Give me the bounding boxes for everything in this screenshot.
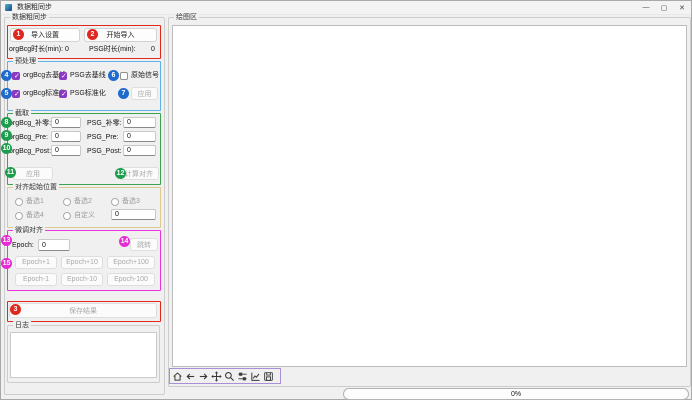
preprocess-box: 预处理 — [7, 61, 161, 111]
psg-post-label: PSG_Post: — [87, 147, 122, 157]
plot-toolbar — [169, 368, 281, 384]
epoch-plus1-button[interactable]: Epoch+1 — [15, 256, 57, 269]
close-button[interactable]: ✕ — [673, 1, 691, 14]
badge-13: 13 — [1, 235, 12, 246]
checkbox-checked-icon — [12, 90, 20, 98]
orgbcg-duration-value: 0 — [65, 45, 69, 55]
custom-position-input[interactable] — [111, 209, 156, 220]
fine-align-legend: 微调对齐 — [13, 226, 45, 235]
badge-3: 3 — [10, 304, 21, 315]
radio-icon — [63, 198, 71, 206]
psg-pad-input[interactable] — [123, 117, 156, 128]
minimize-button[interactable]: — — [637, 1, 655, 14]
app-window: 数据粗同步 — ▢ ✕ 数据粗同步 导入设置 开始导入 orgBcg时长(min… — [0, 0, 692, 400]
badge-6: 6 — [108, 70, 119, 81]
jump-button[interactable]: 跳转 — [130, 238, 158, 251]
candidate4-radio[interactable]: 备选4 — [15, 211, 44, 220]
badge-15: 15 — [1, 258, 12, 269]
candidate3-radio[interactable]: 备选3 — [111, 197, 140, 206]
log-legend: 日志 — [13, 321, 31, 330]
crop-legend: 截取 — [13, 109, 31, 118]
badge-14: 14 — [119, 236, 130, 247]
left-panel-legend: 数据粗同步 — [10, 13, 49, 22]
align-start-box: 对齐起始位置 — [7, 187, 161, 228]
candidate1-label: 备选1 — [26, 197, 44, 206]
raw-signal-checkbox[interactable]: 原始信号 — [120, 71, 159, 80]
epoch-label: Epoch: — [12, 241, 34, 251]
radio-icon — [111, 198, 119, 206]
titlebar: 数据粗同步 — ▢ ✕ — [1, 1, 691, 15]
orgbcg-pre-label: orgBcg_Pre: — [9, 133, 48, 143]
epoch-minus10-button[interactable]: Epoch-10 — [61, 273, 103, 286]
badge-5: 5 — [1, 88, 12, 99]
epoch-input[interactable] — [38, 239, 70, 251]
preprocess-apply-button[interactable]: 应用 — [131, 87, 158, 100]
custom-label: 自定义 — [74, 211, 95, 220]
zoom-icon[interactable] — [224, 370, 235, 382]
psg-pre-label: PSG_Pre: — [87, 133, 119, 143]
orgbcg-post-label: orgBcg_Post: — [9, 147, 51, 157]
checkbox-unchecked-icon — [120, 72, 128, 80]
log-textarea[interactable] — [10, 332, 157, 378]
orgbcg-post-input[interactable] — [51, 145, 81, 156]
psg-duration-label: PSG时长(min): — [89, 45, 136, 55]
orgbcg-duration-label: orgBcg时长(min): — [9, 45, 63, 55]
candidate1-radio[interactable]: 备选1 — [15, 197, 44, 206]
save-icon[interactable] — [263, 370, 274, 382]
psg-detrend-label: PSG去基线 — [70, 71, 106, 80]
badge-2: 2 — [87, 29, 98, 40]
badge-11: 11 — [5, 167, 16, 178]
customize-icon[interactable] — [250, 370, 261, 382]
badge-10: 10 — [1, 143, 12, 154]
progress-bar: 0% — [343, 388, 689, 400]
plot-canvas[interactable] — [172, 25, 687, 367]
psg-detrend-checkbox[interactable]: PSG去基线 — [59, 71, 106, 80]
psg-duration-value: 0 — [151, 45, 155, 55]
epoch-plus10-button[interactable]: Epoch+10 — [61, 256, 103, 269]
raw-signal-label: 原始信号 — [131, 71, 159, 80]
psg-post-input[interactable] — [123, 145, 156, 156]
badge-12: 12 — [115, 168, 126, 179]
candidate2-radio[interactable]: 备选2 — [63, 197, 92, 206]
epoch-plus100-button[interactable]: Epoch+100 — [107, 256, 155, 269]
back-icon[interactable] — [185, 370, 196, 382]
candidate2-label: 备选2 — [74, 197, 92, 206]
preprocess-legend: 预处理 — [13, 57, 38, 66]
align-start-legend: 对齐起始位置 — [13, 183, 59, 192]
epoch-minus1-button[interactable]: Epoch-1 — [15, 273, 57, 286]
plot-area-legend: 绘图区 — [174, 13, 199, 22]
checkbox-checked-icon — [59, 72, 67, 80]
badge-7: 7 — [118, 88, 129, 99]
psg-normalize-checkbox[interactable]: PSG标准化 — [59, 89, 106, 98]
save-results-button[interactable]: 保存结果 — [9, 303, 157, 318]
psg-pad-label: PSG_补零: — [87, 119, 122, 129]
psg-pre-input[interactable] — [123, 131, 156, 142]
progress-value: 0% — [511, 391, 521, 398]
radio-icon — [15, 198, 23, 206]
badge-1: 1 — [13, 29, 24, 40]
radio-icon — [15, 212, 23, 220]
checkbox-checked-icon — [59, 90, 67, 98]
app-icon — [5, 4, 12, 11]
orgbcg-pre-input[interactable] — [51, 131, 81, 142]
epoch-minus100-button[interactable]: Epoch-100 — [107, 273, 155, 286]
forward-icon[interactable] — [198, 370, 209, 382]
checkbox-checked-icon — [12, 72, 20, 80]
maximize-button[interactable]: ▢ — [655, 1, 673, 14]
crop-apply-button[interactable]: 应用 — [13, 167, 53, 180]
candidate3-label: 备选3 — [122, 197, 140, 206]
badge-9: 9 — [1, 130, 12, 141]
orgbcg-pad-label: orgBcg_补零: — [9, 119, 51, 129]
pan-icon[interactable] — [211, 370, 222, 382]
custom-radio[interactable]: 自定义 — [63, 211, 95, 220]
psg-normalize-label: PSG标准化 — [70, 89, 106, 98]
radio-icon — [63, 212, 71, 220]
home-icon[interactable] — [172, 370, 183, 382]
badge-8: 8 — [1, 117, 12, 128]
subplots-icon[interactable] — [237, 370, 248, 382]
candidate4-label: 备选4 — [26, 211, 44, 220]
badge-4: 4 — [1, 70, 12, 81]
orgbcg-pad-input[interactable] — [51, 117, 81, 128]
